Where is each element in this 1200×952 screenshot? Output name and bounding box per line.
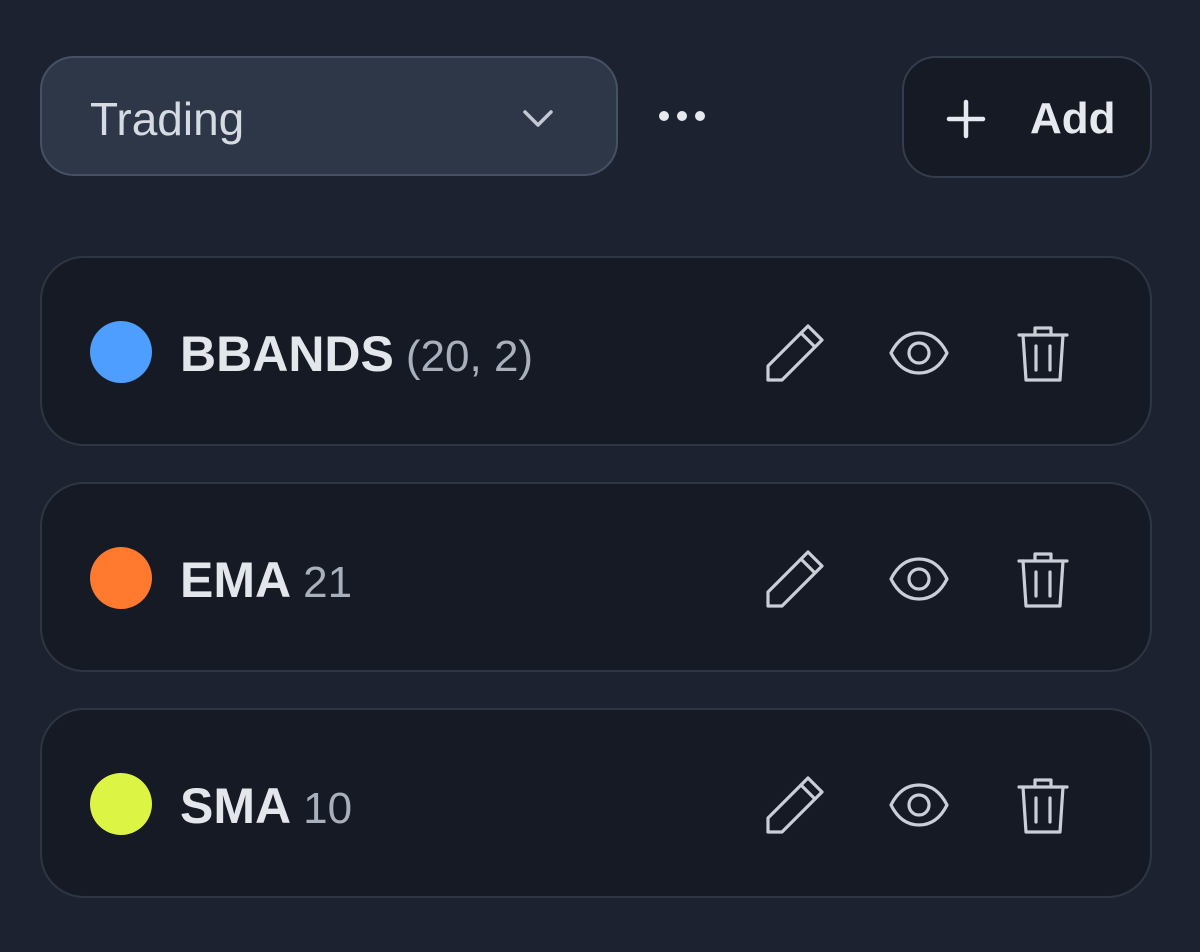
- delete-indicator-button[interactable]: [1012, 548, 1074, 610]
- pencil-icon: [766, 324, 824, 382]
- preset-select[interactable]: Trading: [40, 56, 618, 176]
- edit-indicator-button[interactable]: [764, 548, 826, 610]
- delete-indicator-button[interactable]: [1012, 774, 1074, 836]
- delete-indicator-button[interactable]: [1012, 322, 1074, 384]
- trash-icon: [1017, 552, 1069, 608]
- add-button-label: Add: [1030, 94, 1116, 143]
- indicator-row-bbands: BBANDS (20, 2): [40, 256, 1152, 446]
- indicator-color-swatch: [90, 773, 152, 835]
- toggle-visibility-button[interactable]: [888, 322, 950, 384]
- indicator-toolbar: Trading Add: [40, 56, 1152, 178]
- add-indicator-button[interactable]: Add: [902, 56, 1152, 178]
- eye-icon: [889, 557, 949, 601]
- indicator-name: BBANDS: [180, 326, 394, 382]
- eye-icon: [889, 783, 949, 827]
- indicator-row-sma: SMA 10: [40, 708, 1152, 898]
- indicator-label: SMA 10: [180, 776, 352, 849]
- indicator-label: EMA 21: [180, 550, 352, 623]
- toggle-visibility-button[interactable]: [888, 548, 950, 610]
- pencil-icon: [766, 776, 824, 834]
- plus-icon: [946, 99, 986, 139]
- edit-indicator-button[interactable]: [764, 322, 826, 384]
- pencil-icon: [766, 550, 824, 608]
- indicator-name: EMA: [180, 552, 292, 608]
- more-options-button[interactable]: [644, 86, 720, 146]
- indicator-row-ema: EMA 21: [40, 482, 1152, 672]
- chevron-down-icon: [523, 110, 553, 127]
- more-horizontal-icon: [659, 111, 705, 121]
- indicator-name: SMA: [180, 778, 292, 834]
- trash-icon: [1017, 778, 1069, 834]
- toggle-visibility-button[interactable]: [888, 774, 950, 836]
- indicator-color-swatch: [90, 547, 152, 609]
- edit-indicator-button[interactable]: [764, 774, 826, 836]
- indicator-label: BBANDS (20, 2): [180, 324, 533, 397]
- indicator-params: (20, 2): [405, 332, 534, 381]
- indicator-list: BBANDS (20, 2) EMA 21 SMA 10: [40, 256, 1152, 934]
- preset-select-value: Trading: [90, 93, 245, 145]
- indicator-params: 21: [303, 558, 353, 607]
- eye-icon: [889, 331, 949, 375]
- indicator-color-swatch: [90, 321, 152, 383]
- trash-icon: [1017, 326, 1069, 382]
- indicator-params: 10: [303, 784, 353, 833]
